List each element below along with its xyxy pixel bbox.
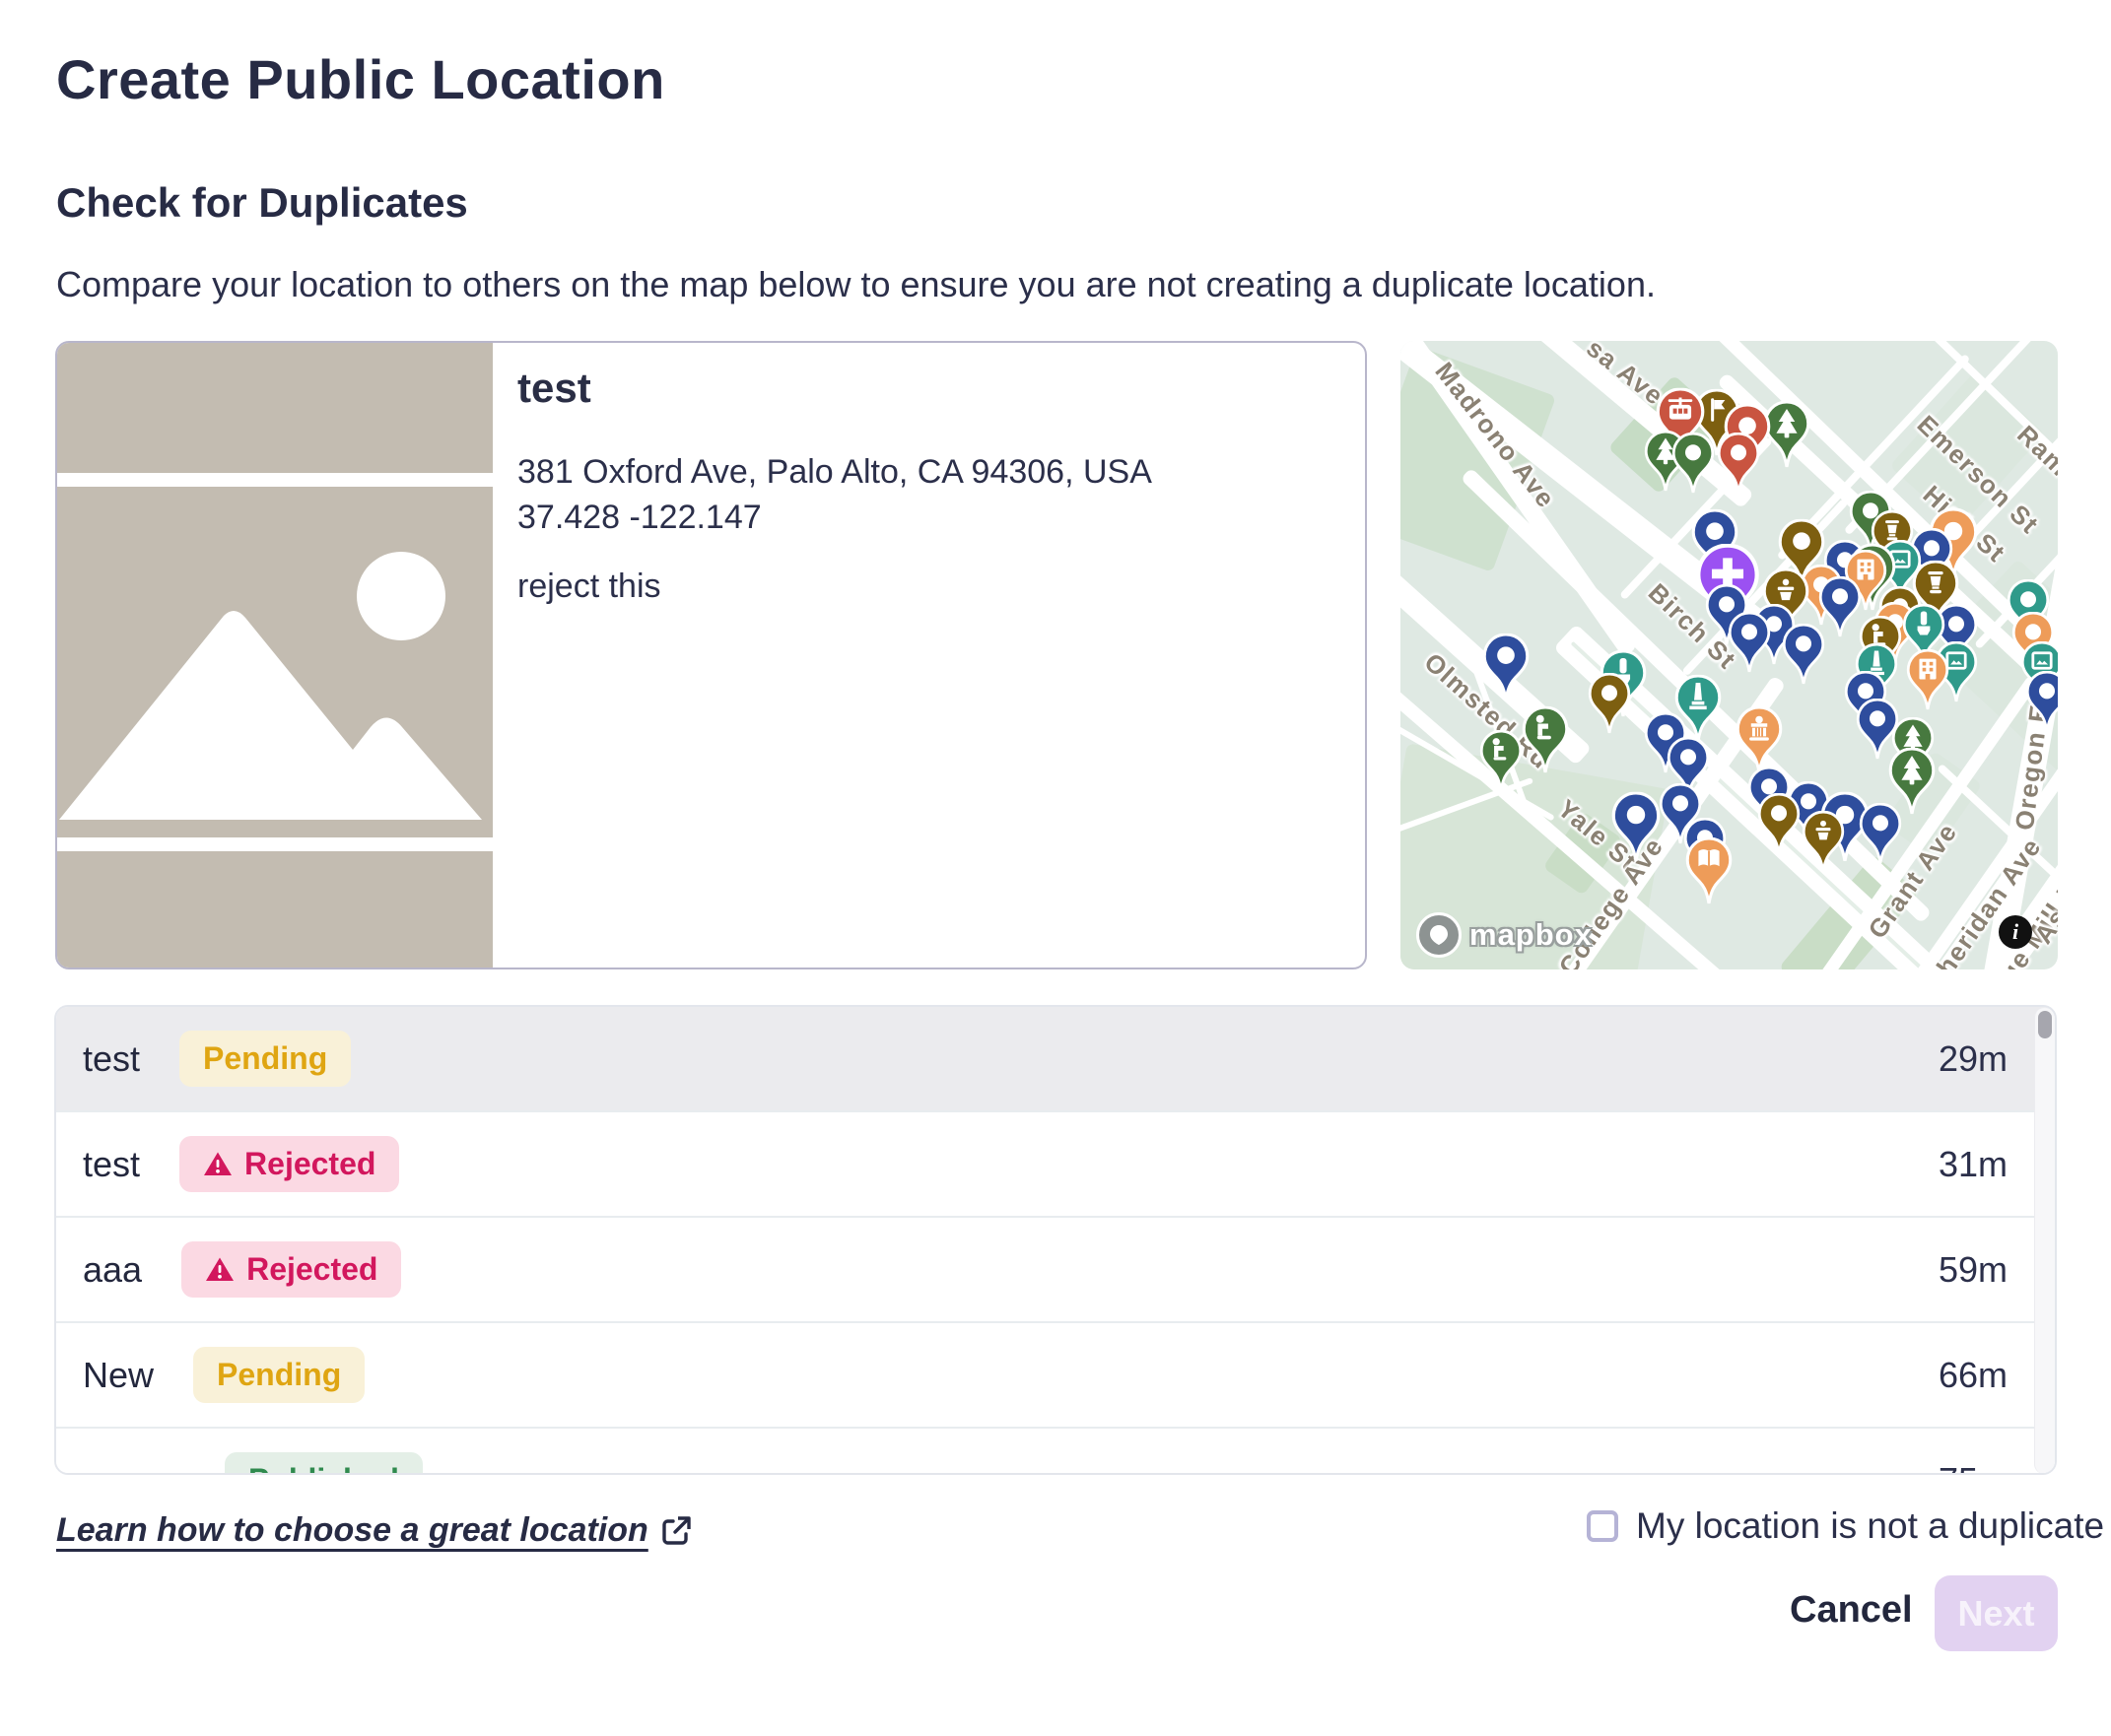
- not-duplicate-checkbox[interactable]: [1587, 1510, 1618, 1542]
- duplicates-map[interactable]: sa AveMadrono AveRamEmerson StHigh StBir…: [1400, 341, 2058, 969]
- map-pin-dot[interactable]: [1610, 792, 1661, 867]
- duplicate-name: test: [83, 1144, 140, 1185]
- warning-icon: [203, 1151, 233, 1177]
- map-pin-dot[interactable]: [1757, 793, 1801, 859]
- mapbox-logo-icon: [1416, 912, 1462, 958]
- map-pin-book[interactable]: [1685, 837, 1733, 909]
- distance-value: 29m: [1939, 1038, 2008, 1080]
- location-card-details: test 381 Oxford Ave, Palo Alto, CA 94306…: [517, 343, 1345, 968]
- status-label: Pending: [203, 1040, 327, 1077]
- section-description: Compare your location to others on the m…: [56, 264, 1656, 305]
- warning-icon: [205, 1256, 235, 1283]
- list-scrollbar[interactable]: [2034, 1008, 2055, 1474]
- not-duplicate-label: My location is not a duplicate: [1636, 1505, 2104, 1547]
- map-pin-dot[interactable]: [1859, 803, 1902, 869]
- not-duplicate-field: My location is not a duplicate: [1587, 1505, 2104, 1547]
- status-label: Rejected: [244, 1146, 375, 1182]
- external-link-icon: [658, 1513, 694, 1549]
- duplicate-name: test: [83, 1038, 140, 1080]
- map-pin-person[interactable]: [1479, 730, 1523, 796]
- next-button[interactable]: Next: [1935, 1575, 2058, 1651]
- status-badge: Pending: [179, 1031, 351, 1087]
- map-pin-fountain[interactable]: [1802, 811, 1845, 877]
- status-badge: Pending: [193, 1347, 365, 1403]
- duplicate-row[interactable]: test Rejected 31m: [56, 1112, 2055, 1218]
- map-pin-dot[interactable]: [1671, 433, 1715, 499]
- location-address: 381 Oxford Ave, Palo Alto, CA 94306, USA…: [517, 449, 1152, 540]
- image-placeholder-icon: [57, 343, 493, 968]
- duplicates-rows: test Pending 29m test Rejected 31m aaa Rejected…: [56, 1007, 2055, 1475]
- distance-value: 59m: [1939, 1249, 2008, 1291]
- duplicate-name: aaa: [83, 1249, 142, 1291]
- page-title: Create Public Location: [56, 47, 665, 111]
- distance-value: 31m: [1939, 1144, 2008, 1185]
- status-label: Pending: [217, 1357, 341, 1393]
- location-name: test: [517, 365, 591, 412]
- learn-link-label[interactable]: Learn how to choose a great location: [56, 1511, 648, 1550]
- location-note: reject this: [517, 568, 661, 606]
- map-pin-person[interactable]: [1522, 706, 1569, 778]
- mapbox-logo-text: mapbox: [1469, 917, 1593, 953]
- cancel-button[interactable]: Cancel: [1784, 1588, 1919, 1633]
- mapbox-logo[interactable]: mapbox: [1416, 912, 1593, 958]
- list-scrollbar-thumb[interactable]: [2038, 1011, 2052, 1038]
- status-badge: Rejected: [179, 1136, 399, 1192]
- map-pin-dot[interactable]: [1717, 433, 1760, 499]
- coordinates: 37.428 -122.147: [517, 495, 1152, 540]
- distance-value: 66m: [1939, 1355, 2008, 1396]
- address-line: 381 Oxford Ave, Palo Alto, CA 94306, USA: [517, 449, 1152, 495]
- section-heading: Check for Duplicates: [56, 179, 468, 227]
- map-pin-dot[interactable]: [1728, 612, 1771, 678]
- create-public-location-page: Create Public Location Check for Duplica…: [0, 0, 2111, 1736]
- duplicate-row[interactable]: aaa Rejected 59m: [56, 1218, 2055, 1323]
- map-pin-dot[interactable]: [2025, 671, 2058, 737]
- location-image-placeholder: [57, 343, 493, 968]
- duplicate-row[interactable]: test Pending 29m: [56, 1007, 2055, 1112]
- duplicate-name: New: [83, 1355, 154, 1396]
- map-pin-building[interactable]: [1906, 649, 1949, 715]
- map-info-button[interactable]: i: [1999, 915, 2032, 949]
- status-badge: Published: [225, 1452, 423, 1475]
- status-badge: Rejected: [181, 1241, 401, 1298]
- status-label: Rejected: [246, 1251, 377, 1288]
- distance-value: 75m: [1939, 1460, 2008, 1476]
- status-label: Published: [248, 1462, 399, 1475]
- map-pin-dot[interactable]: [1782, 624, 1825, 690]
- learn-link[interactable]: Learn how to choose a great location: [56, 1511, 694, 1550]
- duplicate-row[interactable]: Published 75m: [56, 1429, 2055, 1475]
- duplicates-list[interactable]: test Pending 29m test Rejected 31m aaa Rejected…: [54, 1005, 2057, 1475]
- map-pin-dot[interactable]: [1482, 634, 1530, 705]
- duplicate-row[interactable]: New Pending 66m: [56, 1323, 2055, 1429]
- location-card: test 381 Oxford Ave, Palo Alto, CA 94306…: [55, 341, 1367, 969]
- map-pin-dot[interactable]: [1588, 673, 1631, 739]
